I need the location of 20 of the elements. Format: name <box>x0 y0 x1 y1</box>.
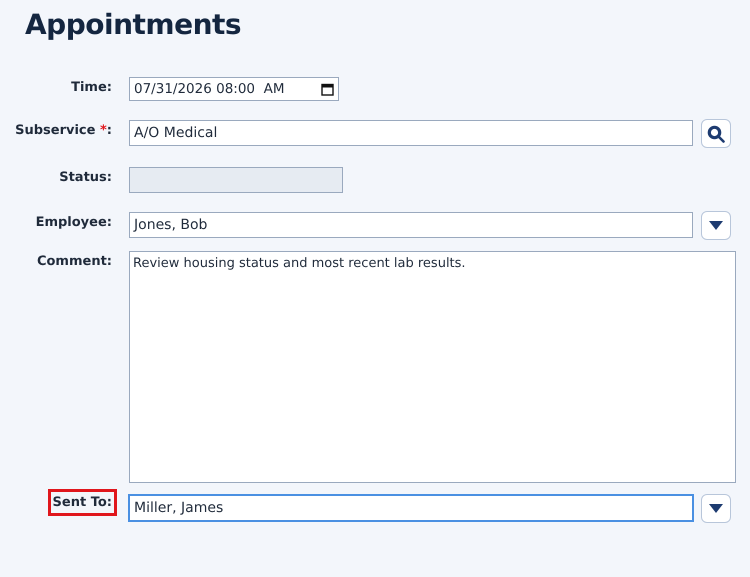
caret-icon <box>709 221 723 230</box>
field-label: Employee: <box>34 214 113 232</box>
field-label: Status: <box>58 169 113 187</box>
comment-field[interactable]: Review housing status and most recent lab results. <box>129 251 736 483</box>
field-label: Comment: <box>36 253 113 271</box>
caret-icon <box>709 504 723 513</box>
search-button[interactable] <box>701 119 731 148</box>
field-label: Time: <box>70 79 113 97</box>
field-label: Sent To: <box>48 489 117 516</box>
field-label: Subservice *: <box>14 122 113 140</box>
text-field[interactable]: Miller, James <box>129 495 693 521</box>
page-title: Appointments <box>25 8 242 41</box>
text-field[interactable]: Jones, Bob <box>129 212 693 238</box>
search-icon <box>707 124 725 142</box>
dropdown-button[interactable] <box>701 494 731 523</box>
text-field[interactable]: A/O Medical <box>129 120 693 146</box>
dropdown-button[interactable] <box>701 211 731 240</box>
calendar-icon[interactable] <box>321 82 334 96</box>
field-value: 07/31/2026 08:00 AM <box>134 81 284 97</box>
date-time-field[interactable]: 07/31/2026 08:00 AM <box>129 77 339 101</box>
